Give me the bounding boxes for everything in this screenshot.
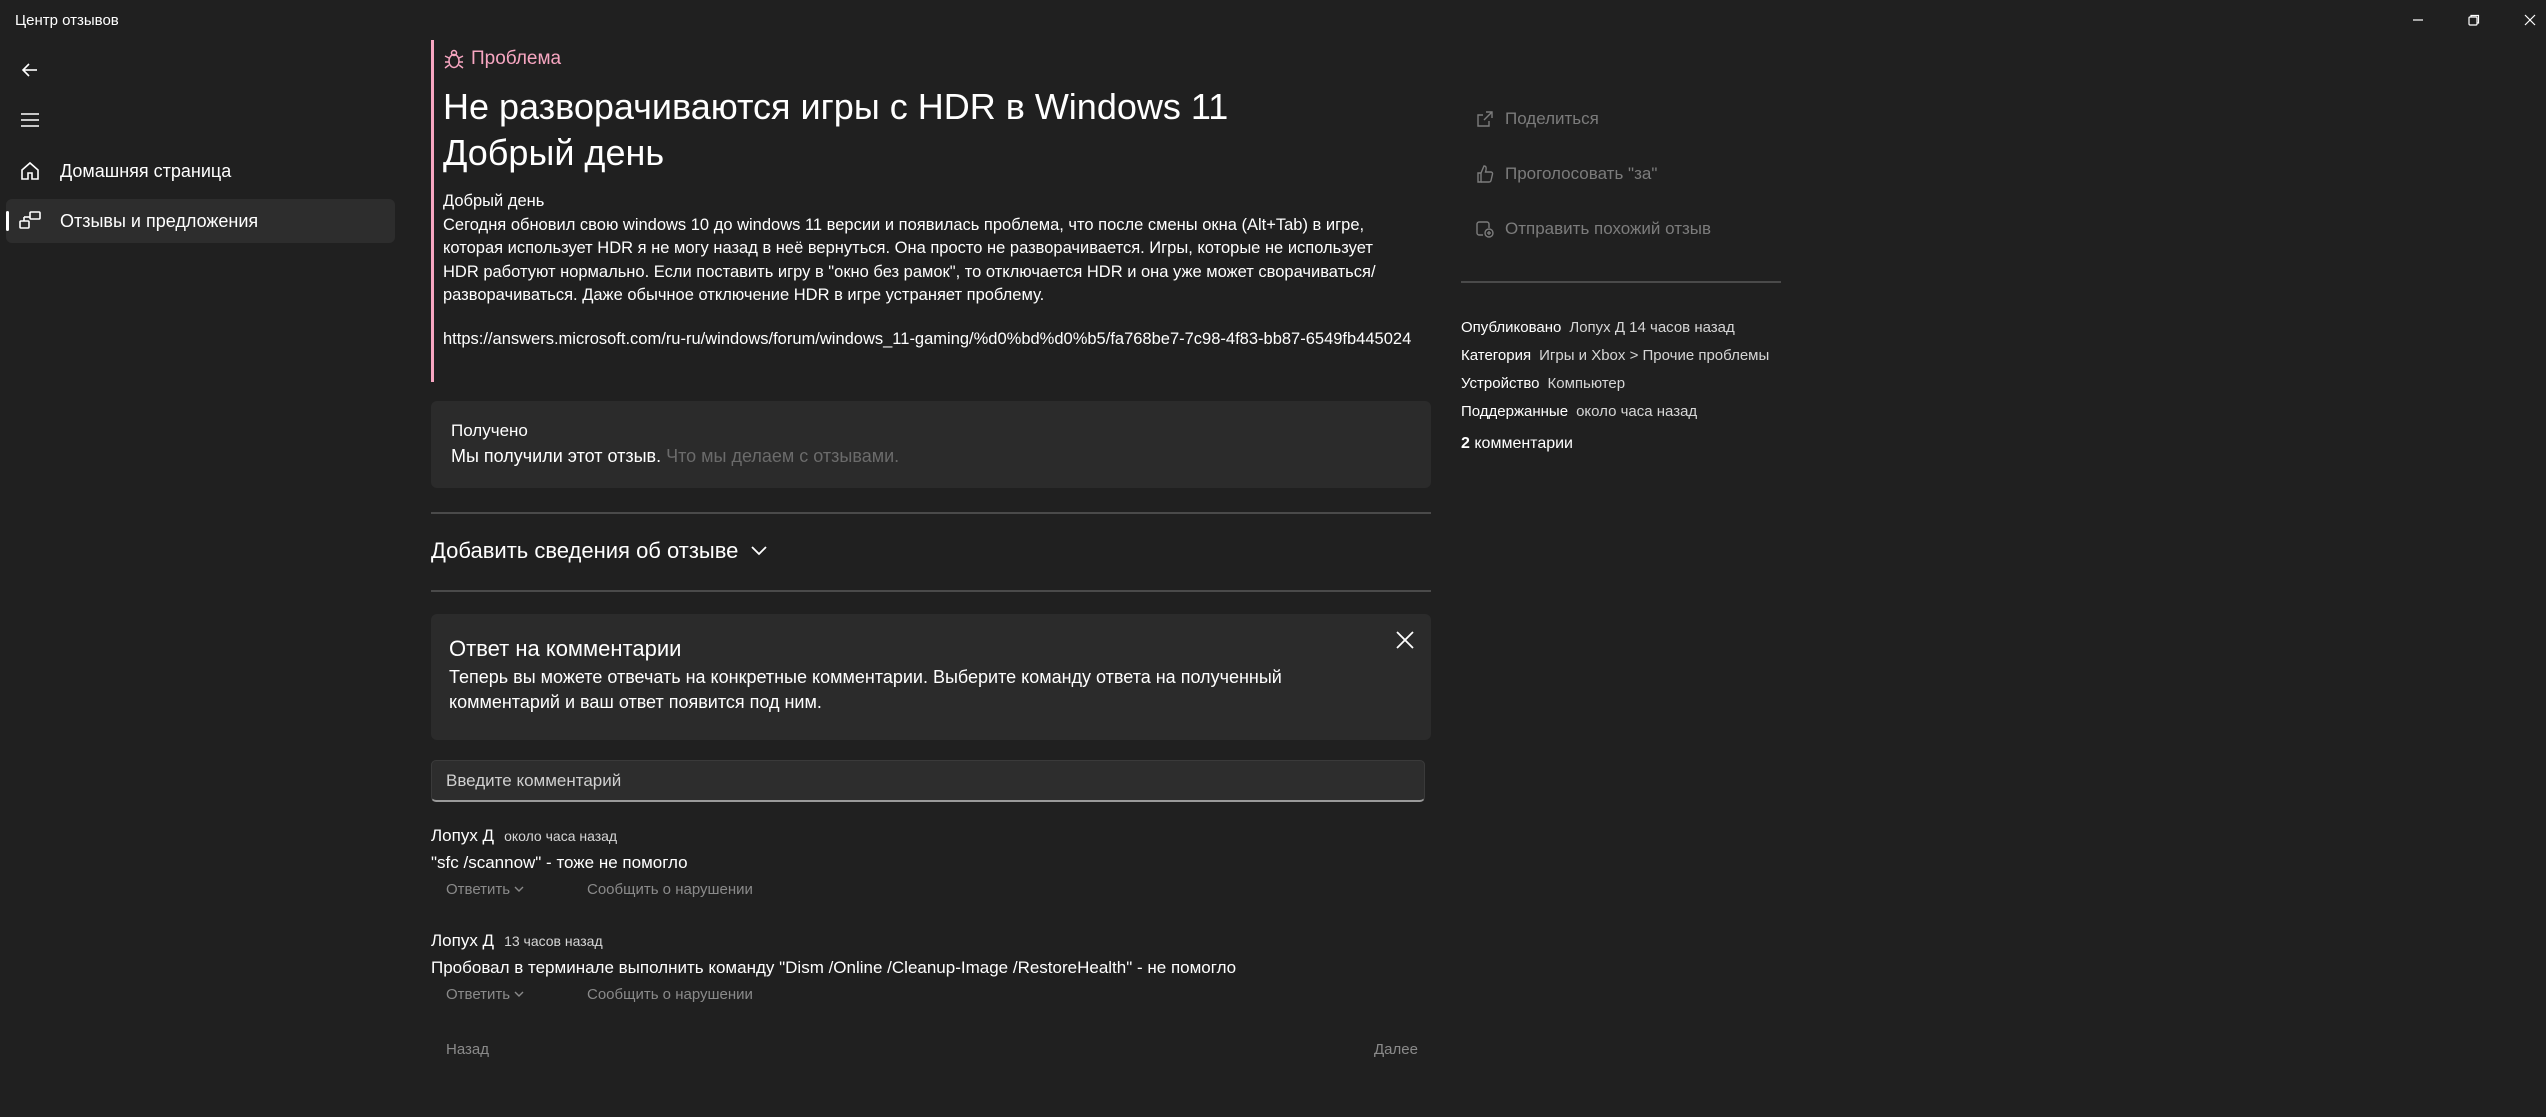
close-button[interactable] <box>2502 0 2546 40</box>
send-similar-label: Отправить похожий отзыв <box>1505 219 1712 238</box>
close-icon <box>1396 631 1414 649</box>
comment-actions: Ответить Сообщить о нарушении <box>431 982 1431 1010</box>
bug-icon <box>444 49 464 69</box>
comment-meta: Лопух Д 13 часов назад <box>431 931 1431 951</box>
detail-key: Поддержанные <box>1461 403 1569 420</box>
comment-author[interactable]: Лопух Д <box>431 826 494 846</box>
nav-item-label: Домашняя страница <box>60 160 232 181</box>
report-button[interactable]: Сообщить о нарушении <box>587 986 753 1003</box>
nav-item-label: Отзывы и предложения <box>60 210 259 231</box>
chevron-down-icon <box>514 886 524 892</box>
restore-button[interactable] <box>2446 0 2502 40</box>
detail-value: Компьютер <box>1547 375 1626 392</box>
reply-button[interactable]: Ответить <box>446 881 524 898</box>
info-heading: Ответ на комментарии <box>449 636 682 661</box>
feedback-link: https://answers.microsoft.com/ru-ru/wind… <box>443 330 1412 348</box>
send-similar-button[interactable]: Отправить похожий отзыв <box>1475 219 1711 239</box>
detail-key: Категория <box>1461 347 1532 364</box>
comment-item: Лопух Д около часа назад "sfc /scannow" … <box>431 826 1431 905</box>
back-arrow-icon <box>21 63 37 77</box>
comments-count-label: комментарии <box>1474 435 1573 452</box>
nav-item-home[interactable]: Домашняя страница <box>6 149 395 193</box>
detail-value: Игры и Xbox > Прочие проблемы <box>1539 347 1770 364</box>
feedback-title-line2: Добрый день <box>443 132 665 173</box>
report-button[interactable]: Сообщить о нарушении <box>587 881 753 898</box>
pager-next-button[interactable]: Далее <box>1374 1041 1418 1058</box>
comments-count-number: 2 <box>1461 435 1470 452</box>
feedback-body: Добрый день Сегодня обновил свою windows… <box>443 190 1438 308</box>
received-text-row: Мы получили этот отзыв. Что мы делаем с … <box>451 446 899 467</box>
detail-row: Поддержанные около часа назад <box>1461 398 1769 426</box>
similar-feedback-icon <box>1476 221 1494 238</box>
detail-row: Устройство Компьютер <box>1461 370 1769 398</box>
comments-count: 2 комментарии <box>1461 435 1573 453</box>
title-bar: Центр отзывов <box>0 0 2546 40</box>
minimize-icon <box>2413 19 2423 21</box>
nav-item-feedback[interactable]: Отзывы и предложения <box>6 199 395 243</box>
what-we-do-link[interactable]: Что мы делаем с отзывами. <box>666 446 899 466</box>
app-title: Центр отзывов <box>15 12 119 29</box>
menu-button[interactable] <box>10 100 50 140</box>
detail-row: Категория Игры и Xbox > Прочие проблемы <box>1461 342 1769 370</box>
info-close-button[interactable] <box>1387 622 1423 658</box>
reply-label: Ответить <box>446 986 511 1003</box>
reply-label: Ответить <box>446 881 511 898</box>
comment-item: Лопух Д 13 часов назад Пробовал в термин… <box>431 931 1431 1010</box>
comment-author[interactable]: Лопух Д <box>431 931 494 951</box>
feedback-description: Сегодня обновил свою windows 10 до windo… <box>443 215 1376 305</box>
close-icon <box>2524 14 2536 26</box>
received-status-card: Получено Мы получили этот отзыв. Что мы … <box>431 401 1431 488</box>
chevron-down-icon <box>751 546 768 556</box>
reply-button[interactable]: Ответить <box>446 986 524 1003</box>
comment-text: Пробовал в терминале выполнить команду "… <box>431 958 1237 977</box>
sidebar-divider <box>1461 281 1781 283</box>
feedback-title-line1: Не разворачиваются игры с HDR в Windows … <box>443 86 1229 127</box>
share-label: Поделиться <box>1505 109 1599 128</box>
comment-input[interactable] <box>431 760 1425 802</box>
upvote-button[interactable]: Проголосовать "за" <box>1475 164 1657 184</box>
share-icon <box>1477 111 1493 127</box>
restore-icon <box>2468 14 2480 26</box>
chevron-down-icon <box>514 991 524 997</box>
comment-text: "sfc /scannow" - тоже не помогло <box>431 853 688 872</box>
detail-value: Лопух Д 14 часов назад <box>1569 319 1735 336</box>
feedback-title: Не разворачиваются игры с HDR в Windows … <box>443 84 1228 176</box>
upvote-label: Проголосовать "за" <box>1505 164 1658 183</box>
comment-time: около часа назад <box>504 828 618 844</box>
divider <box>431 512 1431 514</box>
feedback-type-tag: Проблема <box>443 48 561 70</box>
divider <box>431 590 1431 592</box>
minimize-button[interactable] <box>2390 0 2446 40</box>
reply-info-banner: Ответ на комментарии Теперь вы можете от… <box>431 614 1431 740</box>
feedback-card: Проблема Не разворачиваются игры с HDR в… <box>431 40 1431 382</box>
info-text: Теперь вы можете отвечать на конкретные … <box>449 667 1282 712</box>
feedback-details: Опубликовано Лопух Д 14 часов назад Кате… <box>1461 314 1769 426</box>
comment-actions: Ответить Сообщить о нарушении <box>431 877 1431 905</box>
comment-time: 13 часов назад <box>504 933 603 949</box>
feedback-icon <box>6 210 54 232</box>
share-button[interactable]: Поделиться <box>1475 109 1599 129</box>
pager-prev-button[interactable]: Назад <box>446 1041 489 1058</box>
received-heading: Получено <box>451 421 528 440</box>
comment-meta: Лопух Д около часа назад <box>431 826 1431 846</box>
add-details-expander[interactable]: Добавить сведения об отзыве <box>431 538 768 564</box>
detail-value: около часа назад <box>1576 403 1698 420</box>
detail-key: Опубликовано <box>1461 319 1562 336</box>
detail-row: Опубликовано Лопух Д 14 часов назад <box>1461 314 1769 342</box>
feedback-greeting: Добрый день <box>443 192 545 210</box>
hamburger-menu-icon <box>21 113 39 127</box>
add-details-label: Добавить сведения об отзыве <box>431 538 739 563</box>
thumbs-up-icon <box>1477 165 1494 183</box>
home-icon <box>6 161 54 181</box>
back-button[interactable] <box>10 50 50 90</box>
received-text: Мы получили этот отзыв. <box>451 446 662 466</box>
feedback-type-label: Проблема <box>471 48 562 69</box>
detail-key: Устройство <box>1461 375 1540 392</box>
